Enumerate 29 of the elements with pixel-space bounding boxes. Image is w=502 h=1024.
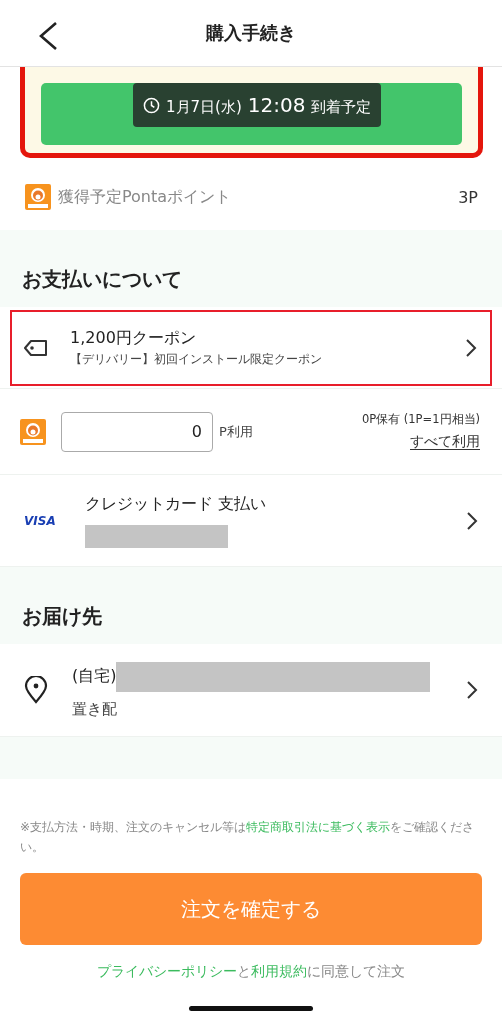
- agreement-text: プライバシーポリシー と 利用規約に同意して注文: [96, 963, 406, 981]
- use-all-link[interactable]: すべて利用: [410, 433, 480, 451]
- coupon-row[interactable]: 1,200円クーポン 【デリバリー】初回インストール限定クーポン: [10, 309, 492, 386]
- section-heading: お支払いについて: [21, 266, 183, 293]
- points-input-field[interactable]: 0: [61, 411, 213, 452]
- arrival-time: 12:08: [247, 93, 306, 117]
- points-balance: 0P保有 (1P=1円相当): [361, 412, 480, 427]
- chevron-right-icon: [466, 510, 478, 531]
- coupon-title: 1,200円クーポン: [70, 328, 197, 349]
- arrival-date: 1月7日(水): [166, 98, 242, 117]
- chevron-right-icon: [466, 680, 478, 700]
- tag-icon: [24, 339, 48, 356]
- location-pin-icon: [24, 676, 48, 704]
- points-value: 3P: [458, 187, 478, 207]
- chevron-right-icon: [465, 337, 477, 358]
- address-row[interactable]: (自宅) 置き配: [0, 644, 502, 737]
- arrival-label: 到着予定: [311, 98, 372, 117]
- card-brand-logo: VISA: [24, 512, 57, 529]
- points-label: 獲得予定Pontaポイント: [58, 186, 233, 208]
- coupon-description: 【デリバリー】初回インストール限定クーポン: [70, 352, 323, 367]
- legal-note: ※支払方法・時期、注文のキャンセル等は特定商取引法に基づく表示をご確認ください。: [20, 819, 476, 856]
- points-unit: P利用: [219, 422, 254, 441]
- delivery-note: 置き配: [72, 699, 118, 719]
- card-row[interactable]: VISA クレジットカード 支払い: [0, 475, 502, 567]
- clock-icon: [143, 96, 160, 114]
- section-heading: お届け先: [21, 603, 103, 630]
- address-label: (自宅): [72, 666, 117, 687]
- page-title: 購入手続き: [206, 21, 296, 45]
- card-label: クレジットカード 支払い: [84, 493, 267, 515]
